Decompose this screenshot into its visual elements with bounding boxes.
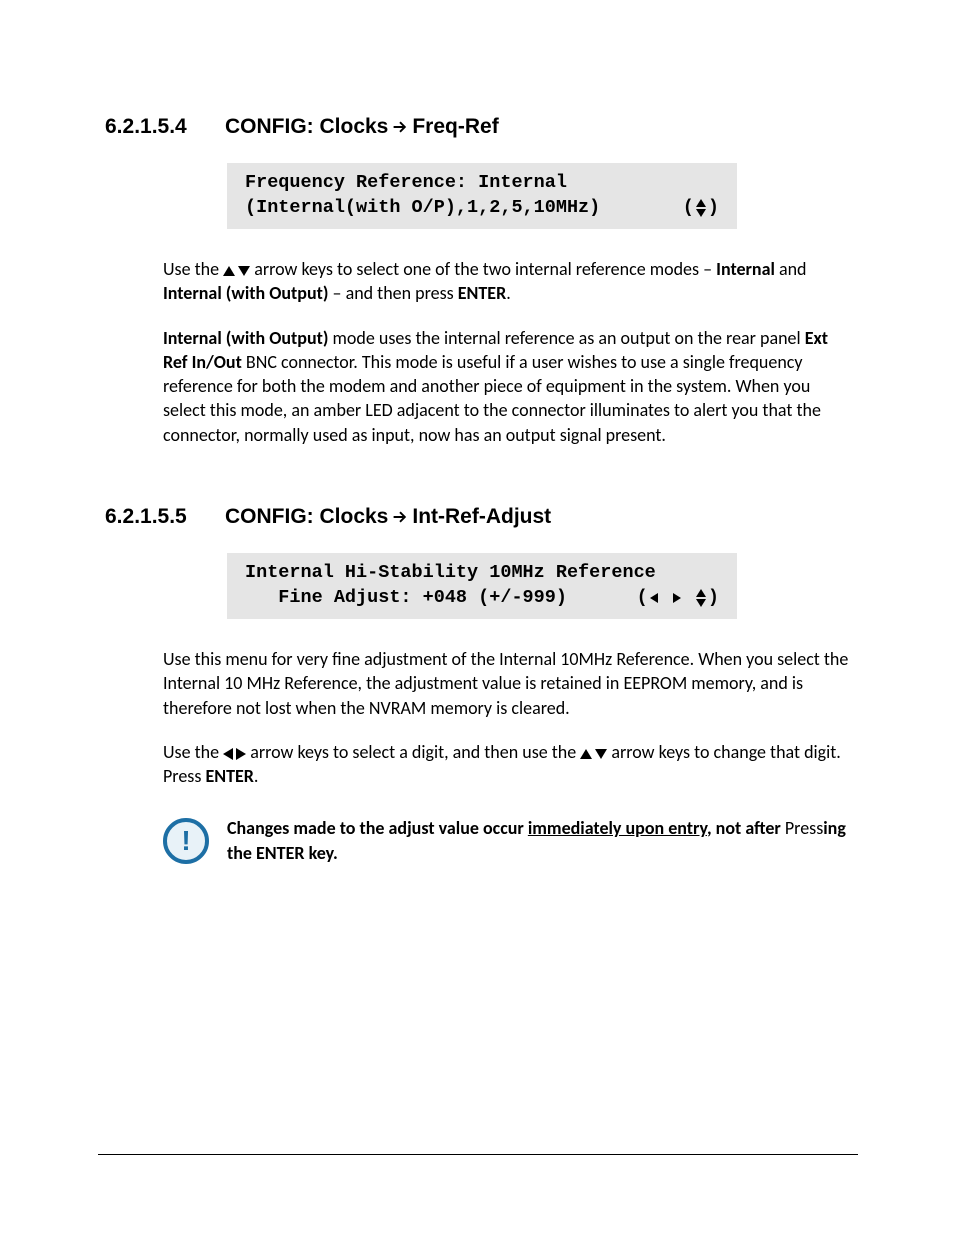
page-footer-rule — [98, 1154, 858, 1155]
nav-hint-lr-ud: ( ) — [637, 586, 719, 611]
arrow-right-icon — [392, 119, 408, 135]
nav-hint-updown: () — [683, 196, 719, 221]
heading-6-2-1-5-4: 6.2.1.5.4 CONFIG: Clocks Freq-Ref — [105, 115, 856, 139]
lcd-screen-int-ref: Internal Hi-Stability 10MHz Reference Fi… — [227, 553, 737, 619]
heading-title: CONFIG: Clocks Freq-Ref — [225, 115, 499, 139]
left-right-arrows-icon — [223, 748, 246, 760]
up-down-icon — [696, 589, 706, 607]
screen-line-2: Fine Adjust: +048 (+/-999) — [245, 586, 567, 611]
screen-line-1: Internal Hi-Stability 10MHz Reference — [245, 561, 719, 586]
important-icon: ! — [163, 818, 209, 864]
screen-line-1: Frequency Reference: Internal — [245, 171, 719, 196]
important-note: ! Changes made to the adjust value occur… — [163, 816, 856, 865]
up-down-arrows-icon — [223, 266, 250, 276]
screen-line-2: (Internal(with O/P),1,2,5,10MHz) — [245, 196, 600, 221]
lcd-screen-freq-ref: Frequency Reference: Internal (Internal(… — [227, 163, 737, 229]
para-s2-2: Use the arrow keys to select a digit, an… — [163, 740, 856, 789]
heading-title-a: CONFIG: Clocks — [225, 115, 388, 139]
para-s1-1: Use the arrow keys to select one of the … — [163, 257, 856, 306]
heading-number: 6.2.1.5.5 — [105, 505, 225, 529]
heading-title-a: CONFIG: Clocks — [225, 505, 388, 529]
right-icon — [673, 593, 681, 603]
heading-title: CONFIG: Clocks Int-Ref-Adjust — [225, 505, 551, 529]
para-s1-2: Internal (with Output) mode uses the int… — [163, 326, 856, 447]
heading-title-b: Int-Ref-Adjust — [412, 505, 551, 529]
heading-number: 6.2.1.5.4 — [105, 115, 225, 139]
note-text: Changes made to the adjust value occur i… — [227, 816, 856, 865]
left-icon — [650, 593, 658, 603]
para-s2-1: Use this menu for very fine adjustment o… — [163, 647, 856, 720]
up-down-icon — [696, 199, 706, 217]
up-down-arrows-icon — [580, 749, 607, 759]
heading-6-2-1-5-5: 6.2.1.5.5 CONFIG: Clocks Int-Ref-Adjust — [105, 505, 856, 529]
heading-title-b: Freq-Ref — [412, 115, 498, 139]
arrow-right-icon — [392, 509, 408, 525]
